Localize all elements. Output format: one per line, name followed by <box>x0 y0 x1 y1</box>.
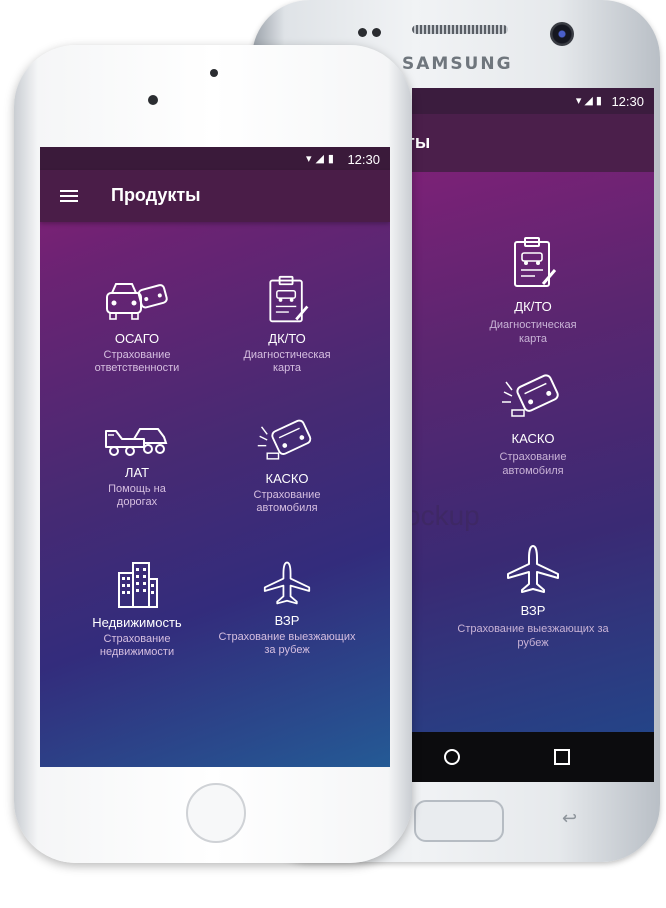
samsung-home-button[interactable] <box>414 800 504 842</box>
app-bar: ты <box>412 114 654 172</box>
product-label: КАСКО <box>511 431 555 446</box>
sensor-dot <box>372 28 381 37</box>
product-description: Страхование выезжающих за рубеж <box>218 631 356 656</box>
product-description: Диагностическая карта <box>489 319 577 345</box>
product-item-vzr[interactable]: ВЗР Страхование выезжающих за рубеж <box>212 559 362 657</box>
proximity-sensor <box>210 69 218 77</box>
inspection-card-icon <box>269 275 309 323</box>
front-camera <box>148 95 158 105</box>
product-description: Страхование выезжающих за рубеж <box>457 623 609 649</box>
product-label: ДК/ТО <box>514 299 552 314</box>
app-bar: Продукты <box>40 170 390 222</box>
status-time: 12:30 <box>347 152 380 167</box>
product-description: Страхование недвижимости <box>99 633 175 658</box>
iphone-screen: ▾◢▮ 12:30 Продукты ОСАГО Страхование отв… <box>40 147 390 767</box>
product-label: ЛАТ <box>124 465 150 480</box>
product-label: Недвижимость <box>92 615 182 630</box>
product-item-dkto[interactable]: ДК/ТО Диагностическая карта <box>448 236 618 346</box>
airplane-icon <box>263 561 311 605</box>
watermark: ockup <box>405 500 480 531</box>
product-item-realty[interactable]: Недвижимость Страхование недвижимости <box>62 559 212 659</box>
brand-logo: SAMSUNG <box>402 54 513 74</box>
page-title: ты <box>412 132 431 152</box>
android-nav-bar <box>412 732 654 782</box>
product-item-dkto[interactable]: ДК/ТО Диагностическая карта <box>212 275 362 375</box>
product-item-kasko[interactable]: КАСКО Страхование автомобиля <box>448 370 618 478</box>
product-description: Помощь на дорогах <box>108 483 166 508</box>
product-description: Страхование ответственности <box>94 349 180 374</box>
product-item-kasko[interactable]: КАСКО Страхование автомобиля <box>212 415 362 515</box>
buildings-icon <box>118 562 158 608</box>
status-time: 12:30 <box>611 94 644 109</box>
back-icon[interactable]: ↩ <box>562 808 577 829</box>
airplane-icon <box>507 545 559 593</box>
iphone-home-button[interactable] <box>186 783 246 843</box>
car-collision-icon <box>106 283 168 320</box>
home-nav-icon[interactable] <box>442 747 462 767</box>
page-title: Продукты <box>111 185 201 205</box>
product-label: ДК/ТО <box>268 331 306 346</box>
product-item-vzr[interactable]: ВЗР Страхование выезжающих за рубеж <box>448 544 618 650</box>
product-description: Страхование автомобиля <box>499 451 567 477</box>
earpiece-grill <box>412 25 508 34</box>
signal-icon: ▾ ◢ ▮ <box>575 95 602 107</box>
status-bar: ▾ ◢ ▮ 12:30 <box>412 88 654 114</box>
product-label: ВЗР <box>274 613 300 628</box>
sensor-dot <box>358 28 367 37</box>
signal-icon: ▾◢▮ <box>305 153 338 165</box>
product-item-osago[interactable]: ОСАГО Страхование ответственности <box>62 277 212 375</box>
samsung-screen: ▾ ◢ ▮ 12:30 ты ДК/ТО Диагностическая кар… <box>412 88 654 782</box>
inspection-card-icon <box>514 237 557 287</box>
product-description: Диагностическая карта <box>243 349 331 374</box>
recents-nav-icon[interactable] <box>552 747 572 767</box>
status-bar: ▾◢▮ 12:30 <box>40 147 390 170</box>
iphone: ▾◢▮ 12:30 Продукты ОСАГО Страхование отв… <box>14 45 412 863</box>
hamburger-menu-icon[interactable] <box>60 190 78 202</box>
tow-truck-icon <box>105 428 168 456</box>
product-label: КАСКО <box>265 471 309 486</box>
crashed-car-icon <box>502 374 559 417</box>
product-item-lat[interactable]: ЛАТ Помощь на дорогах <box>62 419 212 509</box>
product-label: ОСАГО <box>114 331 160 346</box>
product-description: Страхование автомобиля <box>253 489 321 514</box>
product-label: ВЗР <box>520 603 546 618</box>
front-camera <box>550 22 574 46</box>
crashed-car-icon <box>257 419 312 460</box>
